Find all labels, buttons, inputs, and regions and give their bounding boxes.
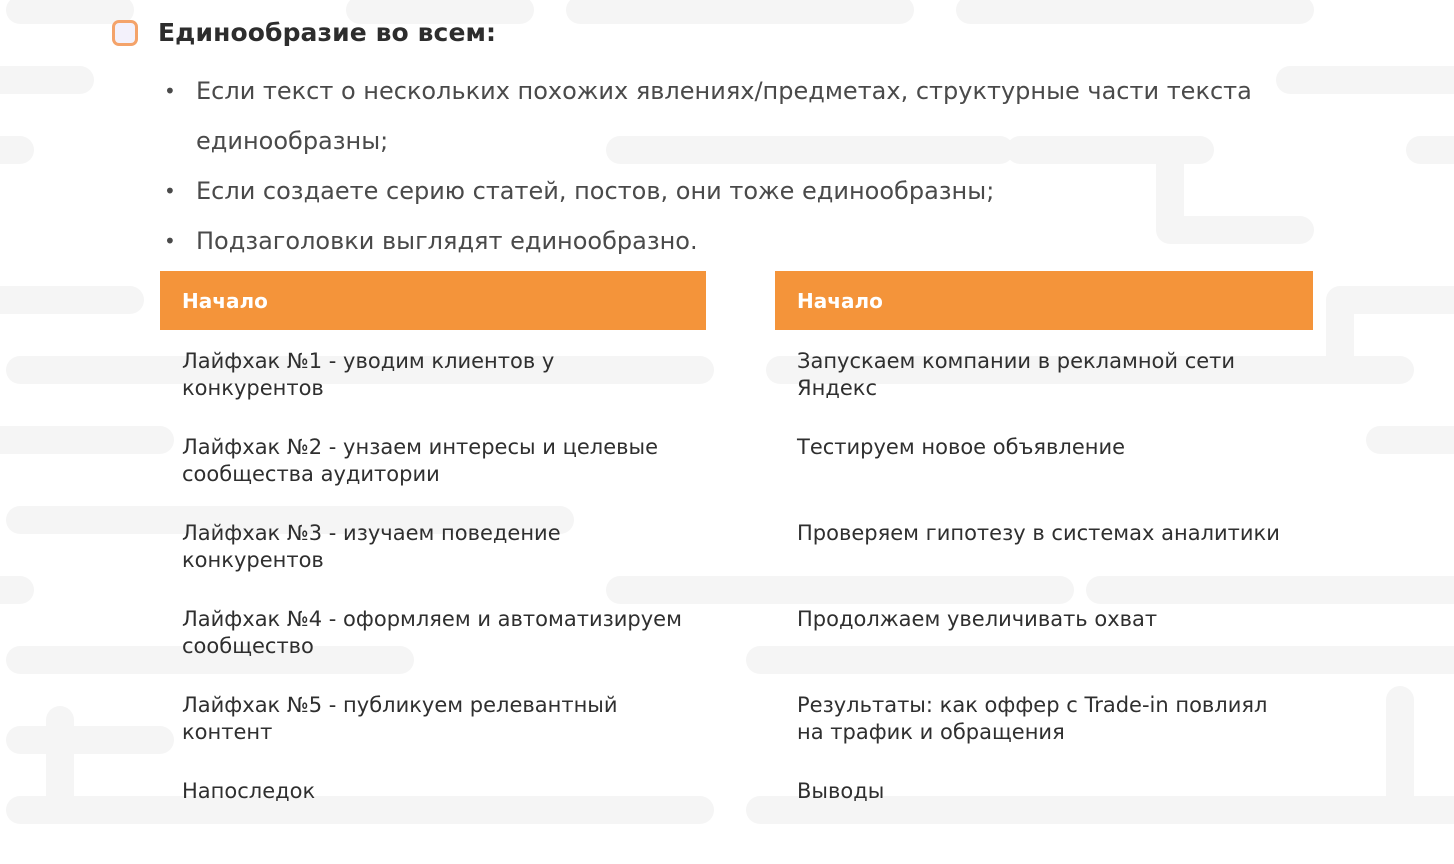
toc-item[interactable]: Лайфхак №1 - уводим клиентов у конкурент…: [182, 348, 682, 434]
toc-item[interactable]: Продолжаем увеличивать охват: [797, 606, 1297, 692]
bullet-text: Подзаголовки выглядят единообразно.: [196, 227, 698, 255]
bullet-icon: •: [164, 179, 176, 203]
checkbox[interactable]: [112, 19, 138, 46]
toc-item[interactable]: Лайфхак №5 - публикуем релевантный конте…: [182, 692, 682, 778]
toc-item[interactable]: Лайфхак №3 - изучаем поведение конкурент…: [182, 520, 682, 606]
toc-item[interactable]: Лайфхак №2 - унзаем интересы и целевые с…: [182, 434, 682, 520]
toc-item[interactable]: Результаты: как оффер с Trade-in повлиял…: [797, 692, 1297, 778]
bullet-text: Если текст о нескольких похожих явлениях…: [196, 77, 1252, 155]
bullet-text: Если создаете серию статей, постов, они …: [196, 177, 995, 205]
toc-right: Начало Запускаем компании в рекламной се…: [775, 271, 1313, 864]
toc-list: Лайфхак №1 - уводим клиентов у конкурент…: [160, 330, 706, 864]
toc-list: Запускаем компании в рекламной сети Янде…: [775, 330, 1313, 864]
bullet-icon: •: [164, 229, 176, 253]
bullet-icon: •: [164, 79, 176, 103]
toc-header[interactable]: Начало: [160, 271, 706, 330]
toc-item[interactable]: Тестируем новое объявление: [797, 434, 1297, 520]
toc-item[interactable]: Проверяем гипотезу в системах аналитики: [797, 520, 1297, 606]
bullet-list: • Если текст о нескольких похожих явлени…: [162, 66, 1312, 266]
toc-header[interactable]: Начало: [775, 271, 1313, 330]
toc-item[interactable]: Напоследок: [182, 778, 682, 864]
toc-item[interactable]: Выводы: [797, 778, 1297, 864]
bullet-item: • Если текст о нескольких похожих явлени…: [162, 66, 1312, 166]
bullet-item: • Если создаете серию статей, постов, он…: [162, 166, 1312, 216]
toc-item[interactable]: Лайфхак №4 - оформляем и автоматизируем …: [182, 606, 682, 692]
slide-content: Единообразие во всем: • Если текст о нес…: [0, 0, 1454, 824]
section-heading: Единообразие во всем:: [158, 18, 497, 47]
checklist-heading: Единообразие во всем:: [112, 18, 496, 47]
bullet-item: • Подзаголовки выглядят единообразно.: [162, 216, 1312, 266]
toc-item[interactable]: Запускаем компании в рекламной сети Янде…: [797, 348, 1297, 434]
toc-left: Начало Лайфхак №1 - уводим клиентов у ко…: [160, 271, 706, 864]
